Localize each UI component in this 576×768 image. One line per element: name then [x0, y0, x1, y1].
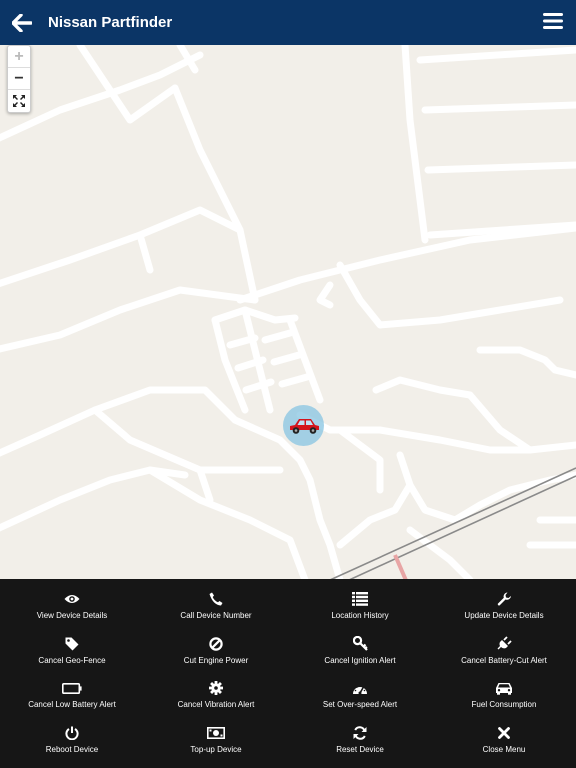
hamburger-menu-button[interactable]: [542, 10, 566, 34]
menu-item-cut-engine-power[interactable]: Cut Engine Power: [144, 635, 288, 680]
power-icon: [65, 724, 79, 742]
back-button[interactable]: [0, 0, 44, 45]
car-icon: [287, 416, 321, 436]
app-root: Nissan Partfinder + − View Device Detail…: [0, 0, 576, 768]
phone-icon: [209, 590, 223, 608]
menu-item-label: Call Device Number: [180, 611, 252, 620]
menu-item-label: Cancel Low Battery Alert: [28, 700, 116, 709]
eye-icon: [64, 590, 80, 608]
zoom-in-button[interactable]: +: [8, 46, 30, 68]
ban-icon: [209, 635, 223, 653]
tag-icon: [65, 635, 79, 653]
list-icon: [352, 590, 368, 608]
plug-icon: [497, 635, 512, 653]
fullscreen-button[interactable]: [8, 90, 30, 112]
menu-item-fuel-consumption[interactable]: Fuel Consumption: [432, 679, 576, 724]
money-icon: [207, 724, 225, 742]
menu-item-label: Cancel Battery-Cut Alert: [461, 655, 547, 665]
menu-item-label: View Device Details: [36, 611, 108, 620]
menu-item-set-over-speed-alert[interactable]: Set Over-speed Alert: [288, 679, 432, 724]
menu-item-cancel-vibration-alert[interactable]: Cancel Vibration Alert: [144, 679, 288, 724]
menu-item-label: Top-up Device: [190, 744, 242, 754]
key-icon: [352, 635, 368, 653]
menu-item-view-device-details[interactable]: View Device Details: [0, 590, 144, 635]
speedometer-icon: [352, 679, 368, 697]
menu-item-label: Cancel Vibration Alert: [177, 700, 255, 709]
menu-item-close-menu[interactable]: Close Menu: [432, 724, 576, 768]
menu-item-call-device-number[interactable]: Call Device Number: [144, 590, 288, 635]
map-roads: [0, 45, 576, 580]
menu-item-top-up-device[interactable]: Top-up Device: [144, 724, 288, 768]
menu-item-label: Set Over-speed Alert: [322, 700, 398, 709]
menu-item-cancel-ignition-alert[interactable]: Cancel Ignition Alert: [288, 635, 432, 680]
menu-item-label: Location History: [331, 611, 389, 620]
menu-item-label: Reset Device: [336, 744, 384, 754]
menu-item-label: Update Device Details: [464, 611, 544, 620]
menu-item-label: Close Menu: [482, 744, 526, 754]
menu-item-reset-device[interactable]: Reset Device: [288, 724, 432, 768]
wrench-icon: [497, 590, 512, 608]
page-title: Nissan Partfinder: [48, 14, 173, 31]
vehicle-location-marker[interactable]: [283, 405, 324, 446]
menu-item-label: Reboot Device: [45, 744, 99, 754]
menu-item-label: Fuel Consumption: [471, 700, 537, 709]
map-zoom-controls: + −: [7, 45, 31, 113]
zoom-out-button[interactable]: −: [8, 68, 30, 90]
menu-item-cancel-battery-cut-alert[interactable]: Cancel Battery-Cut Alert: [432, 635, 576, 680]
battery-empty-icon: [62, 679, 82, 697]
refresh-icon: [353, 724, 367, 742]
menu-grid: View Device Details Call Device Number L…: [0, 579, 576, 768]
menu-item-location-history[interactable]: Location History: [288, 590, 432, 635]
menu-item-label: Cancel Ignition Alert: [324, 655, 396, 665]
menu-item-cancel-low-battery-alert[interactable]: Cancel Low Battery Alert: [0, 679, 144, 724]
arrow-left-icon: [12, 13, 32, 32]
car-icon: [495, 679, 513, 697]
close-icon: [498, 724, 510, 742]
hamburger-icon: [542, 10, 566, 32]
menu-item-label: Cancel Geo-Fence: [38, 655, 106, 665]
menu-item-reboot-device[interactable]: Reboot Device: [0, 724, 144, 768]
fullscreen-icon: [13, 95, 25, 107]
map-view[interactable]: [0, 45, 576, 580]
menu-item-update-device-details[interactable]: Update Device Details: [432, 590, 576, 635]
app-header: Nissan Partfinder: [0, 0, 576, 45]
menu-item-label: Cut Engine Power: [183, 655, 249, 665]
menu-item-cancel-geo-fence[interactable]: Cancel Geo-Fence: [0, 635, 144, 680]
device-action-menu: View Device Details Call Device Number L…: [0, 579, 576, 768]
gear-icon: [209, 679, 223, 697]
